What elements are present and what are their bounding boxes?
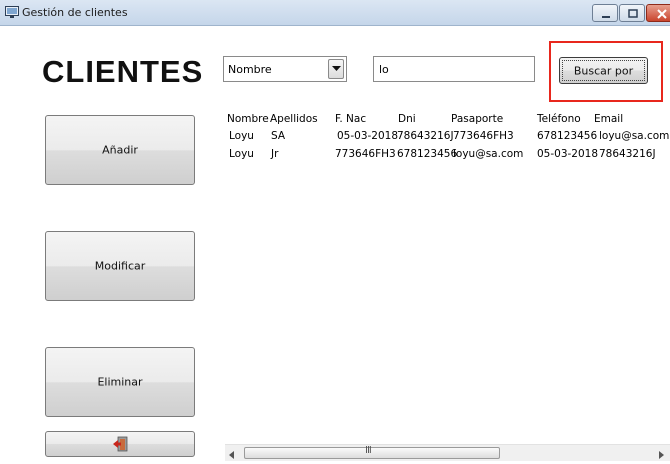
search-input[interactable]: lo [373, 56, 535, 82]
add-button[interactable]: Añadir [45, 115, 195, 185]
maximize-button[interactable] [619, 4, 645, 22]
close-button[interactable] [646, 4, 670, 22]
title-bar: Gestión de clientes [0, 0, 670, 26]
table-cell: 773646FH3 [453, 130, 514, 142]
scrollbar-grip: III [365, 445, 372, 456]
delete-button-label: Eliminar [97, 375, 143, 389]
scroll-right-icon[interactable] [658, 449, 664, 462]
page-title: CLIENTES [42, 54, 204, 89]
table-row[interactable]: Loyu Jr 773646FH3 678123456 loyu@sa.com … [225, 148, 670, 164]
table-cell: 78643216J [599, 148, 656, 160]
clients-table[interactable]: Nombre Apellidos F. Nac Dni Pasaporte Te… [225, 110, 670, 464]
table-cell: loyu@sa.com [599, 130, 670, 142]
window-title: Gestión de clientes [22, 6, 128, 19]
table-cell: loyu@sa.com [453, 148, 524, 160]
table-cell: 773646FH3 [335, 148, 396, 160]
table-cell: 05-03-2018 [337, 130, 399, 142]
search-button[interactable]: Buscar por [559, 57, 648, 84]
search-field-dropdown[interactable]: Nombre [223, 56, 347, 82]
search-button-label: Buscar por [573, 64, 634, 77]
column-header[interactable]: Apellidos [270, 113, 318, 125]
column-header[interactable]: Email [594, 113, 623, 125]
scrollbar-thumb[interactable]: III [244, 445, 500, 459]
dropdown-arrow-icon[interactable] [328, 59, 344, 79]
table-cell: Jr [271, 148, 279, 160]
app-icon [5, 6, 19, 18]
table-row[interactable]: Loyu SA 05-03-2018 78643216J 773646FH3 6… [225, 130, 670, 146]
delete-button[interactable]: Eliminar [45, 347, 195, 417]
table-cell: Loyu [229, 148, 254, 160]
column-header[interactable]: Dni [398, 113, 416, 125]
add-button-label: Añadir [102, 143, 138, 157]
minimize-button[interactable] [592, 4, 618, 22]
column-header[interactable]: Teléfono [537, 113, 581, 125]
table-cell: 678123456 [397, 148, 458, 160]
edit-button-label: Modificar [94, 259, 146, 273]
edit-button[interactable]: Modificar [45, 231, 195, 301]
table-cell: Loyu [229, 130, 254, 142]
search-input-value: lo [379, 63, 389, 76]
column-header[interactable]: Nombre [227, 113, 269, 125]
main-window: Gestión de clientes CLIENTES Nombre lo B… [0, 0, 670, 464]
exit-button[interactable] [45, 431, 195, 457]
horizontal-scrollbar[interactable]: III [225, 444, 670, 461]
column-header[interactable]: Pasaporte [451, 113, 503, 125]
table-cell: 78643216J [397, 130, 454, 142]
table-cell: 05-03-2018 [537, 148, 599, 160]
table-cell: SA [271, 130, 286, 142]
search-field-value: Nombre [228, 63, 272, 76]
column-header[interactable]: F. Nac [335, 113, 366, 125]
table-header-row: Nombre Apellidos F. Nac Dni Pasaporte Te… [225, 113, 670, 129]
table-cell: 678123456 [537, 130, 598, 142]
scroll-left-icon[interactable] [229, 449, 235, 462]
